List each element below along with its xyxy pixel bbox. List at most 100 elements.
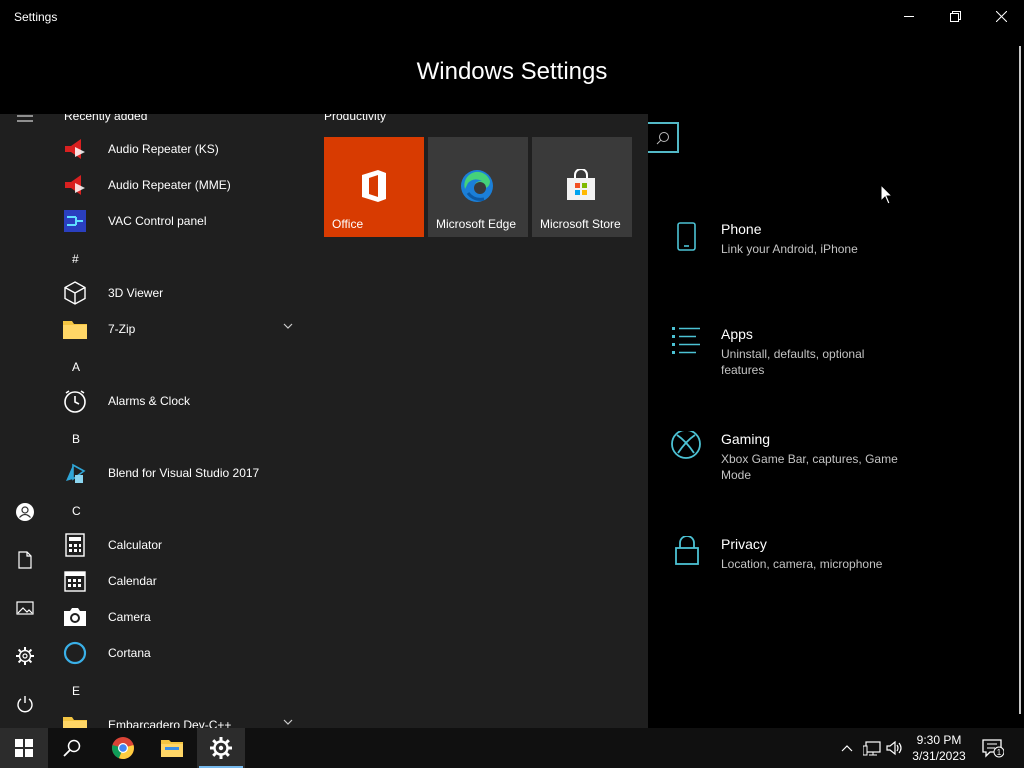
app-camera[interactable]: Camera [50, 599, 305, 635]
pictures-button[interactable] [0, 588, 50, 628]
expand-menu-button[interactable] [0, 114, 50, 136]
picture-icon [16, 601, 34, 615]
taskbar-chrome[interactable] [99, 728, 147, 768]
hamburger-icon [17, 115, 33, 122]
taskbar-file-explorer[interactable] [148, 728, 196, 768]
category-gaming[interactable]: Gaming Xbox Game Bar, captures, Game Mod… [670, 429, 930, 491]
app-alarms-clock[interactable]: Alarms & Clock [50, 383, 305, 419]
taskbar-settings[interactable] [197, 728, 245, 768]
chevron-up-icon [841, 745, 853, 752]
scrollbar[interactable] [1019, 46, 1021, 714]
chevron-down-icon[interactable] [283, 323, 293, 329]
action-center-button[interactable]: 1 [978, 728, 1008, 768]
category-title: Gaming [721, 431, 771, 447]
user-icon [16, 503, 34, 521]
taskbar-clock[interactable]: 9:30 PM 3/31/2023 [906, 732, 972, 764]
letter-header-hash[interactable]: # [72, 252, 79, 266]
start-menu: Recently added Audio Repeater (KS) Audio… [0, 114, 648, 728]
app-audio-repeater-mme[interactable]: Audio Repeater (MME) [50, 167, 305, 203]
search-icon [63, 739, 81, 757]
category-desc: Uninstall, defaults, optional features [721, 347, 865, 377]
tile-microsoft-store[interactable]: Microsoft Store [532, 137, 632, 237]
minimize-button[interactable] [886, 0, 932, 32]
category-privacy[interactable]: Privacy Location, camera, microphone [670, 535, 930, 586]
power-button[interactable] [0, 684, 50, 724]
blend-icon [62, 460, 88, 486]
settings-button[interactable] [0, 636, 50, 676]
recently-added-header: Recently added [64, 114, 148, 123]
speaker-red-icon [62, 136, 88, 162]
windows-logo-icon [15, 739, 33, 757]
cortana-icon [62, 640, 88, 666]
start-button[interactable] [0, 728, 48, 768]
notification-icon: 1 [982, 739, 1004, 758]
app-label: 7-Zip [108, 322, 136, 336]
app-7-zip[interactable]: 7-Zip [50, 311, 305, 347]
tile-label: Microsoft Store [540, 217, 621, 231]
minimize-icon [904, 16, 914, 17]
app-label: Cortana [108, 646, 151, 660]
app-calculator[interactable]: Calculator [50, 527, 305, 563]
search-input[interactable] [648, 122, 679, 153]
network-button[interactable] [860, 728, 884, 768]
app-audio-repeater-ks[interactable]: Audio Repeater (KS) [50, 131, 305, 167]
letter-header-a[interactable]: A [72, 360, 80, 374]
documents-button[interactable] [0, 540, 50, 580]
app-embarcadero-dev-cpp[interactable]: Embarcadero Dev-C++ [50, 707, 305, 728]
letter-header-e[interactable]: E [72, 684, 80, 698]
start-rail [0, 114, 50, 728]
app-label: 3D Viewer [108, 286, 164, 300]
category-phone[interactable]: Phone Link your Android, iPhone [670, 221, 930, 271]
search-icon [656, 132, 669, 145]
app-blend[interactable]: Blend for Visual Studio 2017 [50, 455, 305, 491]
chevron-down-icon[interactable] [283, 719, 293, 725]
app-list[interactable]: Recently added Audio Repeater (KS) Audio… [50, 114, 310, 728]
taskbar-search-button[interactable] [48, 728, 96, 768]
restore-icon [949, 10, 961, 22]
category-desc: Location, camera, microphone [721, 557, 883, 571]
app-label: Calculator [108, 538, 163, 552]
show-hidden-icons-button[interactable] [836, 728, 858, 768]
close-button[interactable] [978, 0, 1024, 32]
office-icon [362, 170, 386, 202]
restore-button[interactable] [932, 0, 978, 32]
app-label: VAC Control panel [108, 214, 207, 228]
taskbar: 9:30 PM 3/31/2023 1 [0, 728, 1024, 768]
account-button[interactable] [0, 492, 50, 532]
document-icon [18, 551, 32, 569]
power-icon [17, 696, 33, 713]
window-title: Settings [14, 10, 58, 24]
vac-icon [62, 208, 88, 234]
volume-button[interactable] [884, 728, 906, 768]
category-desc: Xbox Game Bar, captures, Game Mode [721, 452, 898, 482]
folder-icon [62, 316, 88, 342]
app-label: Alarms & Clock [108, 394, 191, 408]
letter-header-b[interactable]: B [72, 432, 80, 446]
app-vac-control-panel[interactable]: VAC Control panel [50, 203, 305, 239]
app-calendar[interactable]: Calendar [50, 563, 305, 599]
app-label: Embarcadero Dev-C++ [108, 718, 232, 728]
category-apps[interactable]: Apps Uninstall, defaults, optional featu… [670, 326, 930, 386]
cube-icon [62, 280, 88, 306]
calculator-icon [62, 532, 88, 558]
apps-list-icon [670, 326, 704, 360]
edge-icon [461, 170, 493, 202]
clock-date: 3/31/2023 [912, 749, 966, 763]
clock-icon [62, 388, 88, 414]
chrome-icon [112, 737, 134, 760]
close-icon [995, 10, 1007, 22]
letter-header-c[interactable]: C [72, 504, 81, 518]
speaker-icon [886, 740, 902, 756]
app-3d-viewer[interactable]: 3D Viewer [50, 275, 305, 311]
folder-icon [62, 712, 88, 728]
tile-label: Office [332, 217, 364, 231]
tile-office[interactable]: Office [324, 137, 424, 237]
network-icon [863, 741, 881, 756]
gear-icon [210, 737, 232, 759]
speaker-red-icon [62, 172, 88, 198]
tile-microsoft-edge[interactable]: Microsoft Edge [428, 137, 528, 237]
calendar-icon [62, 568, 88, 594]
app-label: Calendar [108, 574, 157, 588]
app-cortana[interactable]: Cortana [50, 635, 305, 671]
mouse-cursor-icon [880, 184, 894, 205]
